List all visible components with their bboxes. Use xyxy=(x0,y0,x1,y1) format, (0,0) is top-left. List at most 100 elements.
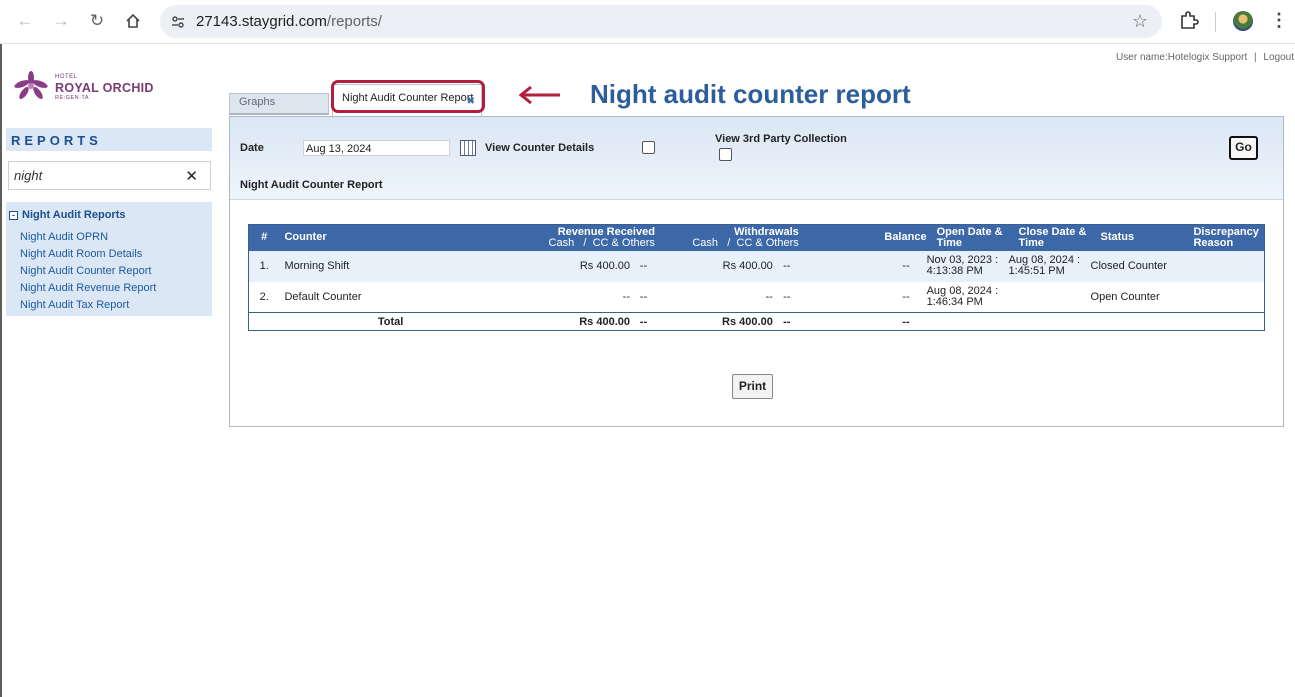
col-num: # xyxy=(248,224,280,251)
tree-group-night-audit[interactable]: - Night Audit Reports xyxy=(9,209,125,221)
col-balance: Balance xyxy=(800,224,927,251)
report-link-room-details[interactable]: Night Audit Room Details xyxy=(20,248,156,265)
logo-name-text: ROYAL ORCHID xyxy=(55,81,154,95)
reports-heading: REPORTS xyxy=(6,128,212,151)
row-balance-pad xyxy=(909,250,927,282)
close-date-header-l2: Time xyxy=(1018,236,1045,249)
row-status: Closed Counter xyxy=(1090,250,1194,282)
report-search-input[interactable] xyxy=(14,168,179,183)
row-rev-cash: Rs 400.00 xyxy=(411,250,630,282)
report-link-tax[interactable]: Night Audit Tax Report xyxy=(20,299,156,316)
total-wd-cc: -- xyxy=(772,312,801,331)
view-third-party-label: View 3rd Party Collection xyxy=(715,133,847,145)
col-counter: Counter xyxy=(279,224,412,251)
report-search[interactable]: ✕ xyxy=(8,161,211,190)
collapse-icon[interactable]: - xyxy=(9,210,18,220)
profile-avatar[interactable] xyxy=(1233,11,1253,31)
report-title: Night Audit Counter Report xyxy=(240,179,383,191)
total-pad xyxy=(248,312,280,331)
logo-hotel-text: HOTEL xyxy=(55,74,78,80)
go-button[interactable]: Go xyxy=(1229,136,1258,160)
row-wd-cash: Rs 400.00 xyxy=(656,250,773,282)
forward-icon[interactable]: → xyxy=(49,9,73,33)
date-field[interactable] xyxy=(303,140,450,156)
menu-icon[interactable]: ⋮ xyxy=(1270,10,1288,31)
logo-sub-text: RE:GEN·TA xyxy=(55,95,90,101)
row-num: 2. xyxy=(259,290,269,303)
table-total-row: Total Rs 400.00 -- Rs 400.00 -- -- xyxy=(248,312,1265,331)
row-wd-cash: -- xyxy=(765,290,773,303)
col-withdrawals: Withdrawals Cash / CC & Others xyxy=(656,224,801,251)
tree-group-label: Night Audit Reports xyxy=(22,209,126,221)
total-pad xyxy=(1090,312,1194,331)
table-row: 1. Morning Shift Rs 400.00 -- Rs 400.00 … xyxy=(248,250,1265,282)
home-icon[interactable] xyxy=(121,9,145,33)
filter-bar: Date View Counter Details View 3rd Party… xyxy=(230,117,1283,200)
view-third-party-checkbox[interactable] xyxy=(719,148,732,161)
user-separator: | xyxy=(1254,52,1257,63)
toolbar-divider xyxy=(1215,12,1216,32)
logout-link[interactable]: Logout xyxy=(1263,52,1294,63)
table-header-row: # Counter Revenue Received Cash / CC & O… xyxy=(248,224,1265,251)
row-wd-cc: -- xyxy=(783,290,791,303)
date-label: Date xyxy=(240,142,264,154)
user-info: User name:Hotelogix Support | Logout xyxy=(1116,52,1294,63)
total-label: Total xyxy=(279,312,412,331)
row-reason xyxy=(1193,250,1265,282)
annotation-label: Night audit counter report xyxy=(590,79,911,109)
report-list: Night Audit OPRN Night Audit Room Detail… xyxy=(20,231,156,316)
window-edge xyxy=(0,44,2,697)
address-bar[interactable]: 27143.staygrid.com/reports/ ☆ xyxy=(160,5,1162,38)
row-rev-cc: -- xyxy=(629,250,657,282)
total-pad xyxy=(1193,312,1265,331)
revenue-cc-sub: CC & Others xyxy=(592,236,655,249)
total-rev-cc: -- xyxy=(629,312,657,331)
site-settings-icon[interactable] xyxy=(168,12,188,32)
row-rev-cc: -- xyxy=(639,290,648,303)
row-close-date-l2: 1:45:51 PM xyxy=(1008,265,1065,277)
discrepancy-header-l2: Reason xyxy=(1193,236,1234,249)
total-pad xyxy=(1008,312,1091,331)
view-counter-details-label: View Counter Details xyxy=(485,142,595,154)
back-icon[interactable]: ← xyxy=(13,9,37,33)
table-row: 2. Default Counter -- -- -- -- -- Aug 08… xyxy=(249,282,1265,313)
row-open-date: Nov 03, 2023 :4:13:38 PM xyxy=(926,250,1009,282)
user-name: User name:Hotelogix Support xyxy=(1116,52,1248,63)
hotel-logo: HOTEL ROYAL ORCHID RE:GEN·TA xyxy=(14,70,164,104)
total-balance: -- xyxy=(800,312,910,331)
col-discrepancy: Discrepancy Reason xyxy=(1193,224,1265,251)
revenue-slash: / xyxy=(583,236,587,249)
report-link-oprn[interactable]: Night Audit OPRN xyxy=(20,231,156,248)
row-rev-cash: -- xyxy=(622,290,630,303)
tab-graphs[interactable]: Graphs xyxy=(229,93,329,115)
calendar-icon[interactable] xyxy=(460,140,476,156)
browser-toolbar: ← → ↻ 27143.staygrid.com/reports/ ☆ ⋮ xyxy=(0,0,1295,44)
revenue-cash-sub: Cash xyxy=(548,236,575,249)
row-counter: Default Counter xyxy=(284,290,362,303)
report-link-revenue[interactable]: Night Audit Revenue Report xyxy=(20,282,156,299)
view-counter-details-checkbox[interactable] xyxy=(642,141,655,154)
row-balance: -- xyxy=(902,290,910,303)
col-status: Status xyxy=(1090,224,1194,251)
print-button[interactable]: Print xyxy=(732,374,773,399)
total-pad xyxy=(926,312,1009,331)
row-open-date: Aug 08, 2024 :1:46:34 PM xyxy=(927,282,1009,313)
clear-search-icon[interactable]: ✕ xyxy=(185,167,198,185)
col-close-date: Close Date & Time xyxy=(1008,224,1091,251)
row-open-date-l2: 1:46:34 PM xyxy=(926,295,983,308)
open-date-header-l2: Time xyxy=(936,236,963,249)
total-rev-cash: Rs 400.00 xyxy=(411,312,630,331)
extensions-icon[interactable] xyxy=(1178,9,1202,33)
star-icon[interactable]: ☆ xyxy=(1132,11,1148,32)
col-open-date: Open Date & Time xyxy=(926,224,1009,251)
annotation-arrow-icon xyxy=(518,85,560,105)
row-balance-pad xyxy=(910,282,927,313)
row-wd-cc: -- xyxy=(772,250,801,282)
report-link-counter[interactable]: Night Audit Counter Report xyxy=(20,265,156,282)
withdrawals-slash: / xyxy=(727,236,731,249)
url-text: 27143.staygrid.com/reports/ xyxy=(196,13,382,30)
col-revenue-received: Revenue Received Cash / CC & Others xyxy=(411,224,657,251)
reload-icon[interactable]: ↻ xyxy=(85,9,109,33)
row-close-date: Aug 08, 2024 :1:45:51 PM xyxy=(1008,250,1091,282)
counter-report-table: # Counter Revenue Received Cash / CC & O… xyxy=(248,224,1265,331)
